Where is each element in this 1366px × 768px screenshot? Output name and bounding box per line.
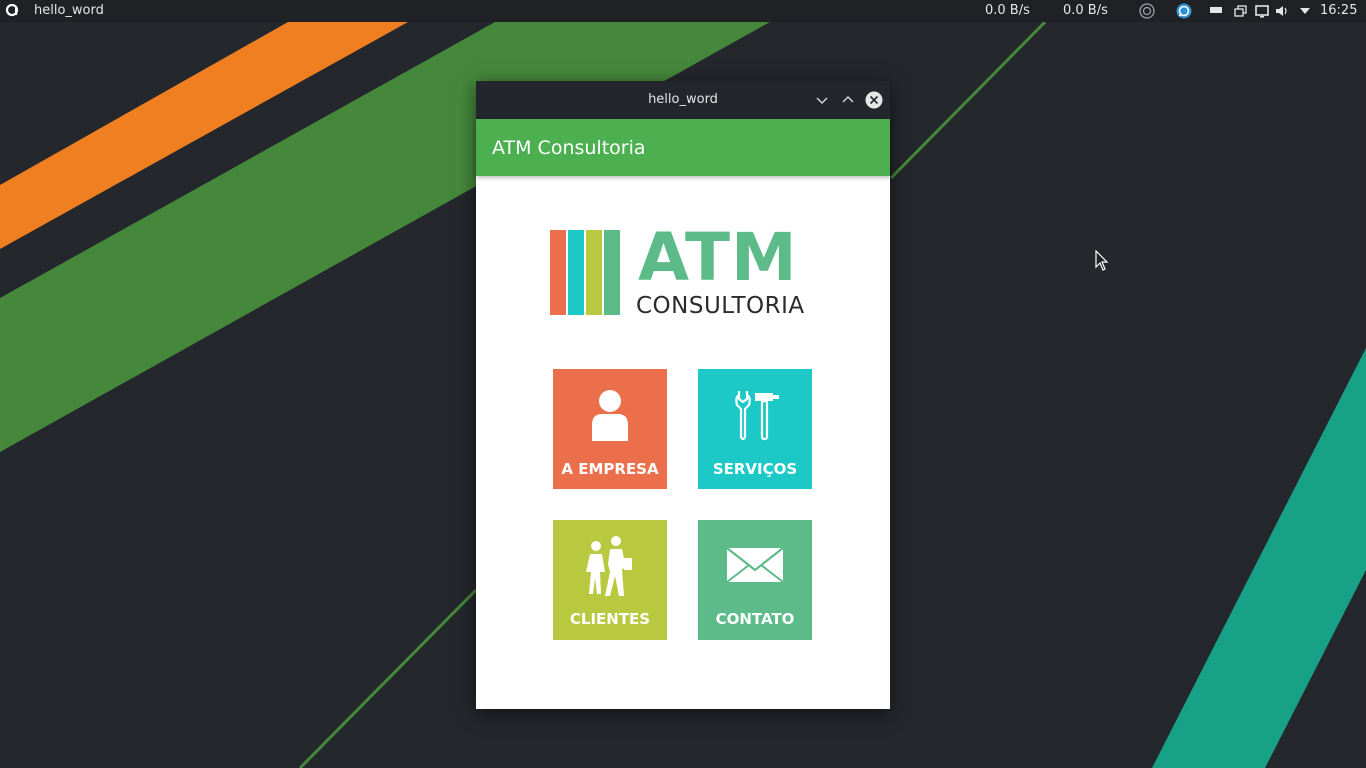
app-window: hello_word ATM Consultoria ATM CONSULTOR… [476, 81, 890, 709]
display-icon[interactable] [1254, 3, 1270, 19]
minimize-button[interactable] [813, 91, 831, 109]
volume-icon[interactable] [1274, 3, 1290, 19]
net-upload-speed: 0.0 B/s [1063, 3, 1108, 18]
net-download-speed: 0.0 B/s [985, 3, 1030, 18]
clock[interactable]: 16:25 [1320, 3, 1357, 19]
window-titlebar[interactable]: hello_word [476, 81, 890, 119]
tile-servicos[interactable]: SERVIÇOS [698, 369, 812, 489]
atm-logo: ATM CONSULTORIA [550, 219, 816, 320]
tools-icon [735, 391, 779, 441]
logo-bar-teal [568, 230, 584, 315]
chat-icon[interactable] [1176, 3, 1192, 19]
app-title: ATM Consultoria [492, 137, 646, 159]
top-panel: hello_word 0.0 B/s 0.0 B/s 16:25 [0, 0, 1366, 22]
active-window-title: hello_word [34, 3, 104, 18]
tile-label: CONTATO [715, 610, 795, 628]
tile-contato[interactable]: CONTATO [698, 520, 812, 640]
logo-main-text: ATM [638, 219, 798, 296]
logo-bar-green [604, 230, 620, 315]
logo-sub-text: CONSULTORIA [636, 293, 805, 319]
tile-clientes[interactable]: CLIENTES [553, 520, 667, 640]
tile-label: CLIENTES [569, 610, 651, 628]
network-circle-icon[interactable] [1139, 3, 1155, 19]
envelope-icon [726, 547, 784, 583]
mouse-cursor-icon [1095, 250, 1109, 271]
logo-bar-orange [550, 230, 566, 315]
logo-bar-lime [586, 230, 602, 315]
tile-a-empresa[interactable]: A EMPRESA [553, 369, 667, 489]
people-walking-icon [586, 536, 632, 596]
tile-label: SERVIÇOS [712, 460, 798, 478]
clipboard-icon[interactable] [1233, 3, 1249, 19]
tile-label: A EMPRESA [561, 460, 659, 478]
close-button[interactable] [865, 91, 883, 109]
window-manager-icon[interactable] [1208, 3, 1224, 19]
person-icon [592, 390, 628, 441]
maximize-button[interactable] [839, 91, 857, 109]
app-launcher-icon[interactable] [5, 3, 19, 17]
dropdown-arrow-icon[interactable] [1297, 3, 1313, 19]
app-toolbar: ATM Consultoria [476, 119, 890, 176]
